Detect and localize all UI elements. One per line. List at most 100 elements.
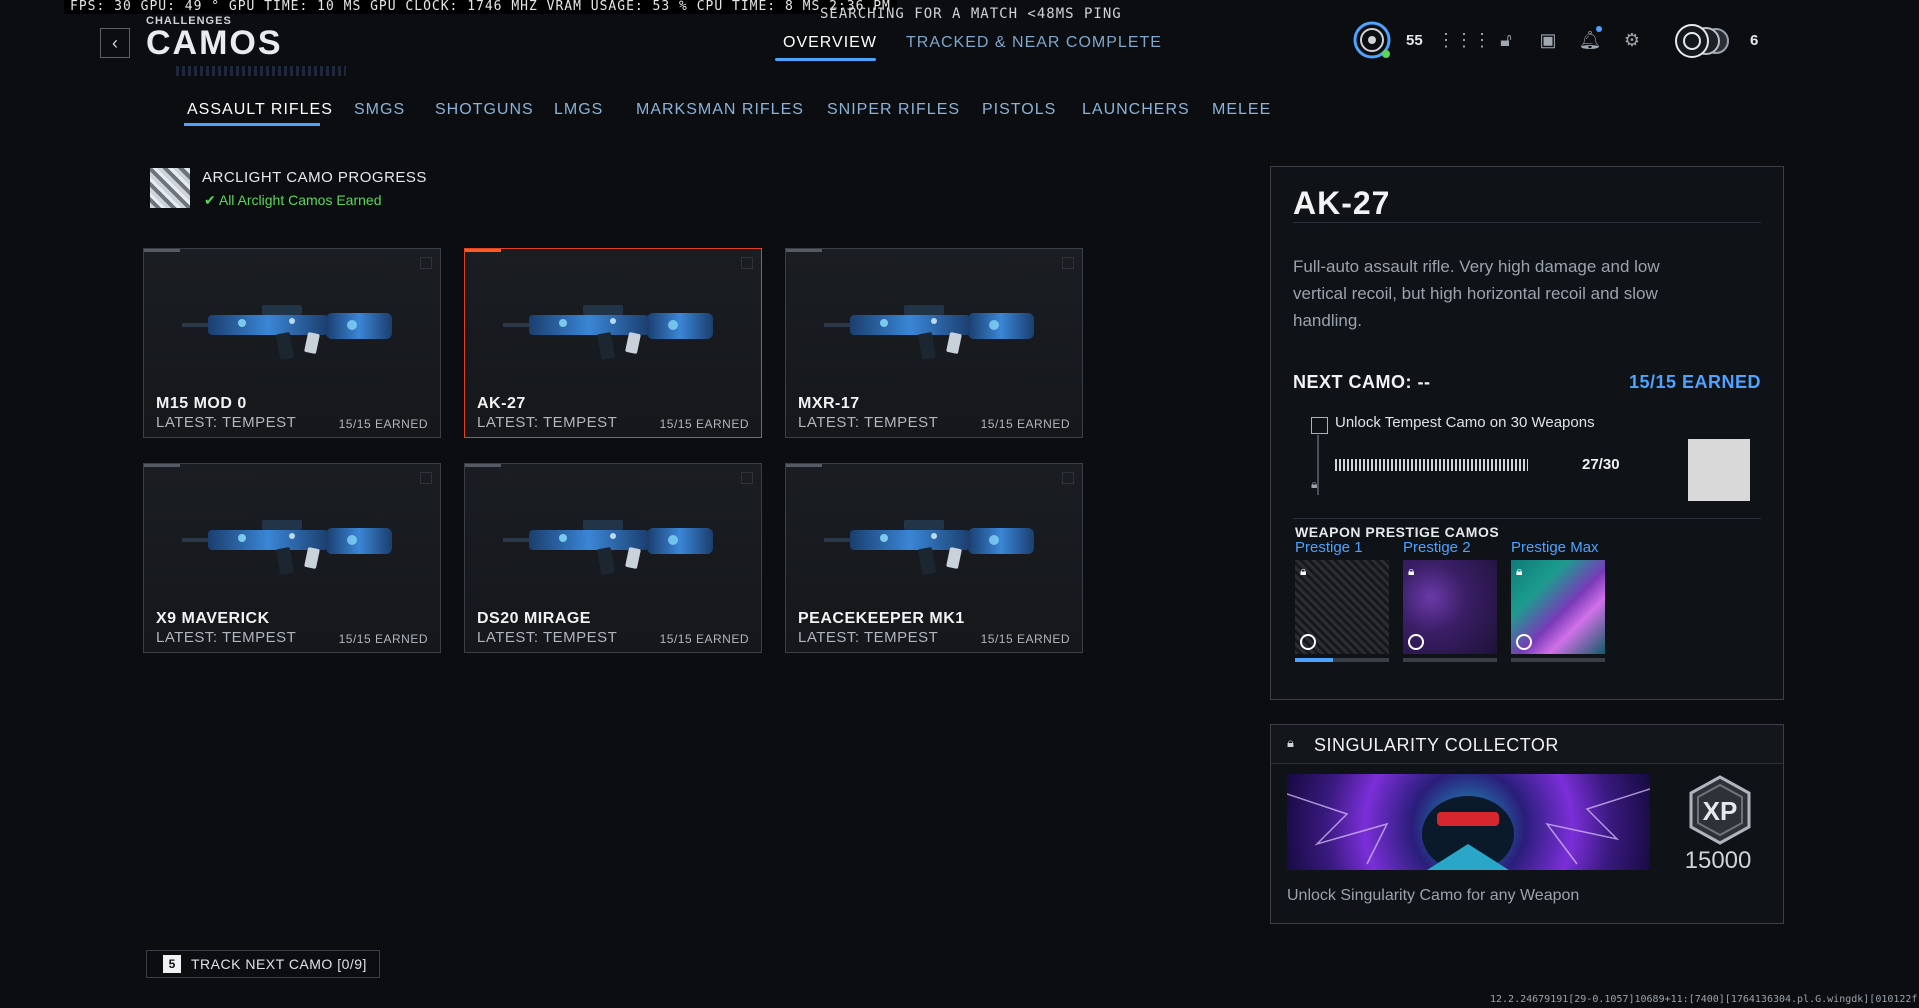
card-top-accent [465, 464, 501, 467]
prestige-camo-2[interactable]: Prestige 2 🔒︎ [1403, 539, 1497, 662]
card-top-accent [465, 249, 501, 252]
chevron-left-icon: ‹ [112, 32, 118, 53]
tab-active-indicator [775, 58, 876, 61]
matchmaking-status: SEARCHING FOR A MATCH <48MS PING [820, 6, 1122, 22]
prestige-count: 6 [1750, 31, 1759, 49]
weapon-card-m15-mod-0[interactable]: M15 MOD 0 LATEST: TEMPEST 15/15 EARNED [143, 248, 441, 438]
prestige-badge-icon [1300, 634, 1316, 650]
weapon-card-x9-maverick[interactable]: X9 MAVERICK LATEST: TEMPEST 15/15 EARNED [143, 463, 441, 653]
weapon-camos-earned: 15/15 EARNED [338, 632, 428, 646]
camo-earned-count: 15/15 EARNED [1628, 372, 1761, 392]
weapon-camos-earned: 15/15 EARNED [980, 417, 1070, 431]
tab-tracked-near-complete[interactable]: TRACKED & NEAR COMPLETE [906, 34, 1162, 52]
arclight-status: ✔ All Arclight Camos Earned [204, 192, 382, 209]
track-next-camo-label: TRACK NEXT CAMO [0/9] [191, 956, 367, 972]
notifications-button[interactable]: 🔔︎ [1576, 26, 1604, 54]
category-active-indicator [184, 123, 320, 126]
header-right: 55 ⋮⋮⋮ 🔓︎ ▣ 🔔︎ ⚙ 6 [1352, 20, 1758, 60]
singularity-header: 🔒︎ SINGULARITY COLLECTOR [1271, 725, 1783, 764]
weapon-rifle-icon [182, 520, 392, 575]
weapon-camos-earned: 15/15 EARNED [659, 632, 749, 646]
category-sniper-rifles[interactable]: SNIPER RIFLES [827, 101, 960, 119]
prestige-emblems[interactable] [1666, 20, 1736, 60]
weapon-rifle-icon [824, 305, 1034, 360]
weapon-description: Full-auto assault rifle. Very high damag… [1293, 257, 1660, 330]
apps-button[interactable]: ⋮⋮⋮ [1437, 26, 1491, 54]
category-pistols[interactable]: PISTOLS [982, 101, 1056, 119]
category-shotguns[interactable]: SHOTGUNS [435, 101, 534, 119]
weapon-card-ds20-mirage[interactable]: DS20 MIRAGE LATEST: TEMPEST 15/15 EARNED [464, 463, 762, 653]
challenge-progress-bar [1335, 459, 1549, 471]
weapon-rifle-icon [503, 305, 713, 360]
arclight-progress-title: ARCLIGHT CAMO PROGRESS [202, 169, 427, 186]
singularity-artwork-icon [1287, 788, 1650, 870]
player-level-emblem[interactable] [1352, 20, 1392, 60]
category-assault-rifles[interactable]: ASSAULT RIFLES [187, 101, 333, 119]
weapon-name: AK-27 [477, 395, 526, 412]
weapon-name: DS20 MIRAGE [477, 610, 591, 627]
weapon-latest-camo: LATEST: TEMPEST [156, 629, 297, 646]
lock-icon: 🔒︎ [1300, 564, 1307, 578]
prestige-progress-fill [1295, 658, 1333, 662]
unlocks-button[interactable]: 🔓︎ [1492, 26, 1520, 54]
build-info: 12.2.24679191[29-0.1057]10689+11:[7400][… [1490, 994, 1918, 1005]
camera-icon: ▣ [1539, 29, 1557, 50]
lock-icon: 🔒︎ [1287, 735, 1294, 750]
weapon-card-peacekeeper-mk1[interactable]: PEACEKEEPER MK1 LATEST: TEMPEST 15/15 EARN… [785, 463, 1083, 653]
prestige-camo-label: Prestige Max [1511, 539, 1599, 556]
category-launchers[interactable]: LAUNCHERS [1082, 101, 1190, 119]
progress-remaining [1527, 459, 1549, 471]
lock-icon: 🔒︎ [1516, 564, 1523, 578]
weapon-rifle-icon [182, 305, 392, 360]
weapon-rifle-icon [503, 520, 713, 575]
singularity-banner [1287, 774, 1650, 870]
weapon-card-ak-27[interactable]: AK-27 LATEST: TEMPEST 15/15 EARNED [464, 248, 762, 438]
xp-badge-label: XP [1703, 796, 1738, 826]
weapon-card-mxr-17[interactable]: MXR-17 LATEST: TEMPEST 15/15 EARNED [785, 248, 1083, 438]
divider [1293, 518, 1761, 519]
category-marksman-rifles[interactable]: MARKSMAN RIFLES [636, 101, 804, 119]
card-top-accent [786, 464, 822, 467]
card-top-accent [144, 464, 180, 467]
page-title: CAMOS [146, 24, 283, 62]
lock-icon: 🔒︎ [1311, 477, 1318, 491]
back-button[interactable]: ‹ [100, 28, 130, 58]
prestige-progress-bar [1511, 658, 1605, 662]
grid-icon: ⋮⋮⋮ [1437, 29, 1491, 50]
tab-overview[interactable]: OVERVIEW [783, 34, 877, 52]
weapon-latest-camo: LATEST: TEMPEST [156, 414, 297, 431]
unlock-icon: 🔓︎ [1500, 29, 1512, 50]
weapon-latest-camo: LATEST: TEMPEST [798, 629, 939, 646]
arclight-camo-icon [150, 168, 190, 208]
prestige-progress-bar [1403, 658, 1497, 662]
media-button[interactable]: ▣ [1534, 26, 1562, 54]
weapon-detail-panel: AK-27 Full-auto assault rifle. Very high… [1270, 166, 1784, 700]
singularity-collector-panel[interactable]: 🔒︎ SINGULARITY COLLECTOR XP 15000 Unlock… [1270, 724, 1784, 924]
card-corner-mark [741, 472, 753, 484]
settings-button[interactable]: ⚙ [1618, 26, 1646, 54]
weapon-name: PEACEKEEPER MK1 [798, 610, 965, 627]
card-top-accent [144, 249, 180, 252]
next-camo-label: NEXT CAMO: -- [1293, 372, 1431, 392]
weapon-name: X9 MAVERICK [156, 610, 270, 627]
category-melee[interactable]: MELEE [1212, 101, 1271, 119]
category-smgs[interactable]: SMGS [354, 101, 405, 119]
xp-reward-value: 15000 [1684, 847, 1752, 874]
challenge-checkbox[interactable] [1311, 417, 1328, 434]
weapon-camos-earned: 15/15 EARNED [980, 632, 1070, 646]
prestige-camos-title: WEAPON PRESTIGE CAMOS [1295, 524, 1500, 540]
prestige-badge-icon [1516, 634, 1532, 650]
weapon-name: M15 MOD 0 [156, 395, 247, 412]
weapon-latest-camo: LATEST: TEMPEST [798, 414, 939, 431]
player-level: 55 [1406, 31, 1423, 49]
singularity-title: SINGULARITY COLLECTOR [1314, 735, 1559, 755]
card-top-accent [786, 249, 822, 252]
prestige-camo-max[interactable]: Prestige Max 🔒︎ [1511, 539, 1605, 662]
card-corner-mark [420, 472, 432, 484]
challenge-progress-value: 27/30 [1582, 456, 1620, 473]
camo-reward-preview[interactable] [1688, 439, 1750, 501]
track-next-camo-button[interactable]: 5 TRACK NEXT CAMO [0/9] [146, 950, 380, 978]
category-lmgs[interactable]: LMGS [554, 101, 603, 119]
gear-icon: ⚙ [1623, 29, 1641, 50]
prestige-camo-1[interactable]: Prestige 1 🔒︎ [1295, 539, 1389, 662]
